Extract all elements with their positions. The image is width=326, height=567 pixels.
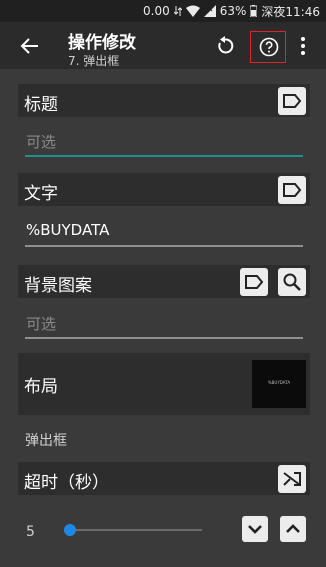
- title-label: 标题: [24, 95, 58, 115]
- background-field-underline: [25, 337, 303, 339]
- help-icon[interactable]: [259, 37, 279, 57]
- status-bar: 0.00 63% 深夜11:46: [0, 0, 326, 22]
- background-label: 背景图案: [24, 276, 92, 296]
- app-bar: 操作修改 7. 弹出框: [0, 22, 326, 69]
- data-activity-icon: [173, 6, 182, 16]
- popup-section-label: 弹出框: [25, 433, 67, 449]
- background-placeholder: 可选: [26, 315, 57, 333]
- timeout-value: 5: [26, 524, 35, 540]
- shuffle-icon: [283, 472, 301, 486]
- chevron-down-icon: [248, 525, 262, 534]
- wifi-icon: [185, 5, 200, 17]
- text-field[interactable]: %BUYDATA: [25, 217, 303, 247]
- layout-preview-text: %BUYDATA: [267, 380, 291, 385]
- timeout-slider-track[interactable]: [70, 529, 202, 531]
- label-tag-icon: [283, 183, 302, 197]
- text-label: 文字: [24, 184, 58, 204]
- text-value: %BUYDATA: [26, 221, 110, 239]
- network-speed: 0.00: [143, 4, 170, 18]
- title-field-underline: [25, 155, 303, 157]
- label-tag-icon: [245, 275, 264, 289]
- text-field-underline: [25, 245, 303, 247]
- timeout-label: 超时（秒）: [24, 473, 109, 493]
- edit-form: 标题 可选 文字 %BUYDATA 背景图案 可选 布局 %BUYDATA 弹出…: [0, 69, 326, 567]
- clock: 深夜11:46: [261, 4, 320, 19]
- background-variable-button[interactable]: [240, 268, 268, 296]
- timeout-random-button[interactable]: [278, 465, 306, 493]
- title-row: 标题: [18, 84, 310, 117]
- background-row: 背景图案: [18, 265, 310, 298]
- layout-label: 布局: [24, 377, 58, 397]
- increase-button[interactable]: [280, 516, 306, 542]
- undo-icon[interactable]: [214, 35, 236, 57]
- search-icon: [283, 273, 301, 291]
- timeout-slider-thumb[interactable]: [64, 524, 76, 536]
- more-options-icon[interactable]: [297, 34, 309, 58]
- text-row: 文字: [18, 173, 310, 206]
- back-arrow-icon[interactable]: [18, 34, 42, 58]
- layout-row[interactable]: 布局 %BUYDATA: [18, 353, 310, 415]
- text-variable-button[interactable]: [278, 176, 306, 204]
- chevron-up-icon: [286, 524, 300, 533]
- decrease-button[interactable]: [242, 516, 268, 542]
- page-title: 操作修改: [68, 33, 136, 53]
- background-field[interactable]: 可选: [25, 309, 303, 339]
- page-subtitle: 7. 弹出框: [68, 54, 120, 68]
- help-highlight[interactable]: [250, 31, 286, 63]
- title-variable-button[interactable]: [278, 87, 306, 115]
- layout-preview[interactable]: %BUYDATA: [252, 360, 306, 408]
- signal-icon: [203, 5, 216, 17]
- timeout-row: 超时（秒）: [18, 462, 310, 495]
- title-field[interactable]: 可选: [25, 127, 303, 157]
- battery-level: 63%: [219, 4, 247, 18]
- title-placeholder: 可选: [26, 133, 57, 151]
- label-tag-icon: [283, 94, 302, 108]
- battery-icon: [250, 5, 258, 17]
- background-search-button[interactable]: [278, 268, 306, 296]
